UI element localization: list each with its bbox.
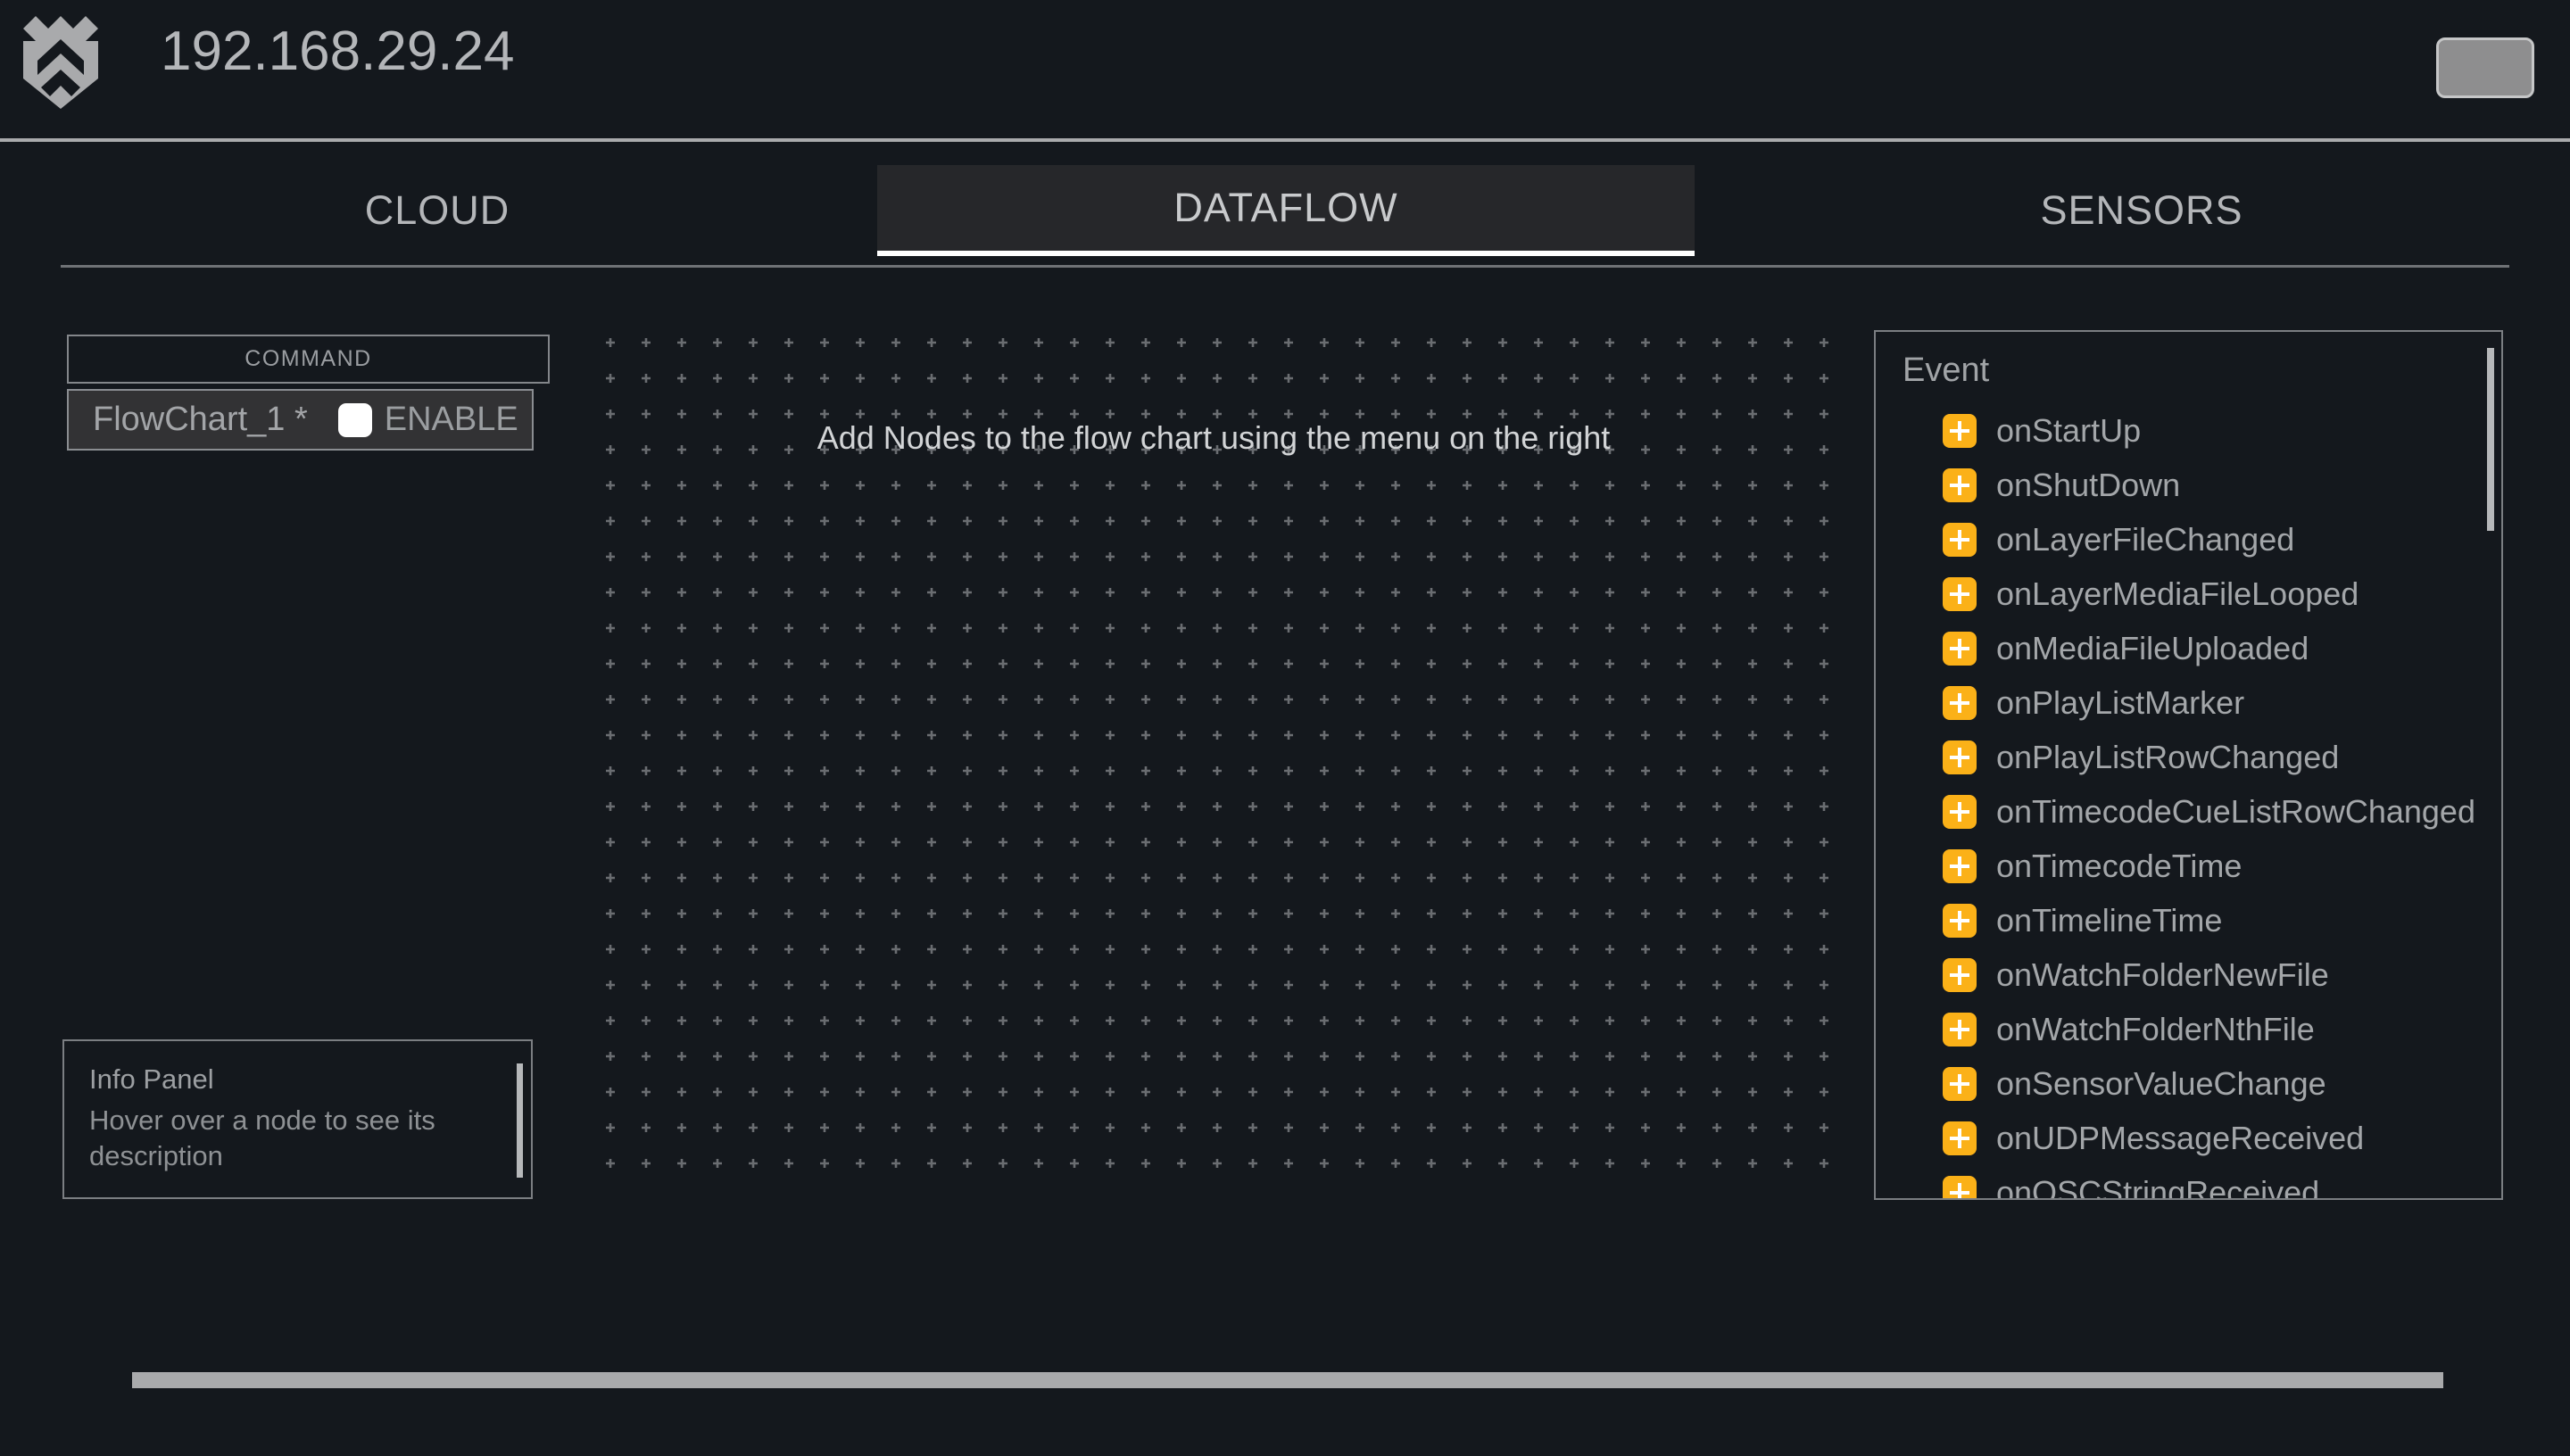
event-list-item[interactable]: onPlayListMarker <box>1876 675 2501 730</box>
plus-icon[interactable] <box>1943 631 1977 666</box>
event-list-item[interactable]: onSensorValueChange <box>1876 1056 2501 1111</box>
header-bar: 192.168.29.24 <box>0 0 2570 140</box>
event-list-item[interactable]: onWatchFolderNthFile <box>1876 1002 2501 1056</box>
event-name-label: onSensorValueChange <box>1996 1064 2326 1102</box>
command-button[interactable]: COMMAND <box>67 335 550 384</box>
shield-chevron-logo-icon <box>20 14 102 111</box>
plus-icon[interactable] <box>1943 413 1977 448</box>
event-name-label: onWatchFolderNthFile <box>1996 1010 2315 1047</box>
enable-checkbox[interactable] <box>337 402 372 437</box>
main-tab-bar: CLOUD DATAFLOW SENSORS <box>0 165 2570 268</box>
event-list-item[interactable]: onShutDown <box>1876 458 2501 512</box>
event-name-label: onShutDown <box>1996 466 2181 503</box>
event-list-item[interactable]: onTimecodeCueListRowChanged <box>1876 784 2501 839</box>
event-list-item[interactable]: onTimelineTime <box>1876 893 2501 947</box>
plus-icon[interactable] <box>1943 576 1977 611</box>
flowchart-name-label: FlowChart_1 * <box>93 401 308 438</box>
device-ip-address: 192.168.29.24 <box>161 21 515 82</box>
plus-icon[interactable] <box>1943 522 1977 557</box>
event-name-label: onLayerMediaFileLooped <box>1996 575 2359 612</box>
canvas-grid <box>606 338 1828 1168</box>
header-action-button[interactable] <box>2436 37 2534 98</box>
event-list-panel: Event onStartUp onShutDown onLayerFileChan… <box>1874 330 2503 1200</box>
plus-icon[interactable] <box>1943 740 1977 774</box>
event-name-label: onLayerFileChanged <box>1996 520 2295 558</box>
flowchart-selector-row[interactable]: FlowChart_1 * ENABLE <box>67 389 534 451</box>
event-name-label: onPlayListMarker <box>1996 683 2245 721</box>
info-panel-title: Info Panel <box>89 1063 214 1095</box>
canvas-empty-hint: Add Nodes to the flow chart using the me… <box>817 419 1611 456</box>
info-panel-description: Hover over a node to see its description <box>89 1104 435 1172</box>
plus-icon[interactable] <box>1943 1012 1977 1046</box>
header-divider <box>0 138 2570 142</box>
tab-cloud[interactable]: CLOUD <box>125 165 750 256</box>
flowchart-canvas[interactable]: Add Nodes to the flow chart using the me… <box>598 330 1829 1178</box>
info-panel-scrollbar[interactable] <box>517 1063 523 1178</box>
plus-icon[interactable] <box>1943 685 1977 720</box>
tab-dataflow[interactable]: DATAFLOW <box>877 165 1695 256</box>
plus-icon[interactable] <box>1943 957 1977 992</box>
event-list-item[interactable]: onLayerFileChanged <box>1876 512 2501 567</box>
event-list-item[interactable]: onUDPMessageReceived <box>1876 1111 2501 1165</box>
plus-icon[interactable] <box>1943 1175 1977 1198</box>
event-list-item[interactable]: onMediaFileUploaded <box>1876 621 2501 675</box>
plus-icon[interactable] <box>1943 794 1977 829</box>
event-list-item[interactable]: onLayerMediaFileLooped <box>1876 567 2501 621</box>
event-name-label: onMediaFileUploaded <box>1996 629 2309 666</box>
tab-bar-divider <box>61 265 2509 268</box>
plus-icon[interactable] <box>1943 848 1977 883</box>
event-name-label: onTimecodeTime <box>1996 847 2243 884</box>
event-list-item[interactable]: onWatchFolderNewFile <box>1876 947 2501 1002</box>
app-root: 192.168.29.24 CLOUD DATAFLOW SENSORS COM… <box>0 0 2570 1456</box>
bottom-navigation: DEVICEMAPMEDIAPLAYADJUSTCONNECT <box>0 1276 2570 1456</box>
event-name-label: onTimelineTime <box>1996 901 2223 939</box>
plus-icon[interactable] <box>1943 903 1977 938</box>
event-list-item[interactable]: onTimecodeTime <box>1876 839 2501 893</box>
event-list-item[interactable]: onOSCStringReceived <box>1876 1165 2501 1200</box>
plus-icon[interactable] <box>1943 1121 1977 1155</box>
event-name-label: onUDPMessageReceived <box>1996 1119 2365 1156</box>
event-list-item[interactable]: onStartUp <box>1876 403 2501 458</box>
event-list-item[interactable]: onPlayListRowChanged <box>1876 730 2501 784</box>
event-name-label: onWatchFolderNewFile <box>1996 956 2329 993</box>
tab-sensors[interactable]: SENSORS <box>1829 165 2454 256</box>
event-list-header: Event <box>1903 352 1990 389</box>
event-list-scrollbar[interactable] <box>2487 348 2494 531</box>
plus-icon[interactable] <box>1943 467 1977 502</box>
plus-icon[interactable] <box>1943 1066 1977 1101</box>
event-name-label: onPlayListRowChanged <box>1996 738 2340 775</box>
event-name-label: onTimecodeCueListRowChanged <box>1996 792 2475 830</box>
event-list: onStartUp onShutDown onLayerFileChanged onL… <box>1876 403 2501 1200</box>
event-name-label: onStartUp <box>1996 411 2142 449</box>
event-name-label: onOSCStringReceived <box>1996 1173 2320 1200</box>
info-panel: Info Panel Hover over a node to see its … <box>62 1039 533 1199</box>
bottom-nav-track <box>132 1372 2443 1388</box>
enable-label: ENABLE <box>384 401 518 438</box>
